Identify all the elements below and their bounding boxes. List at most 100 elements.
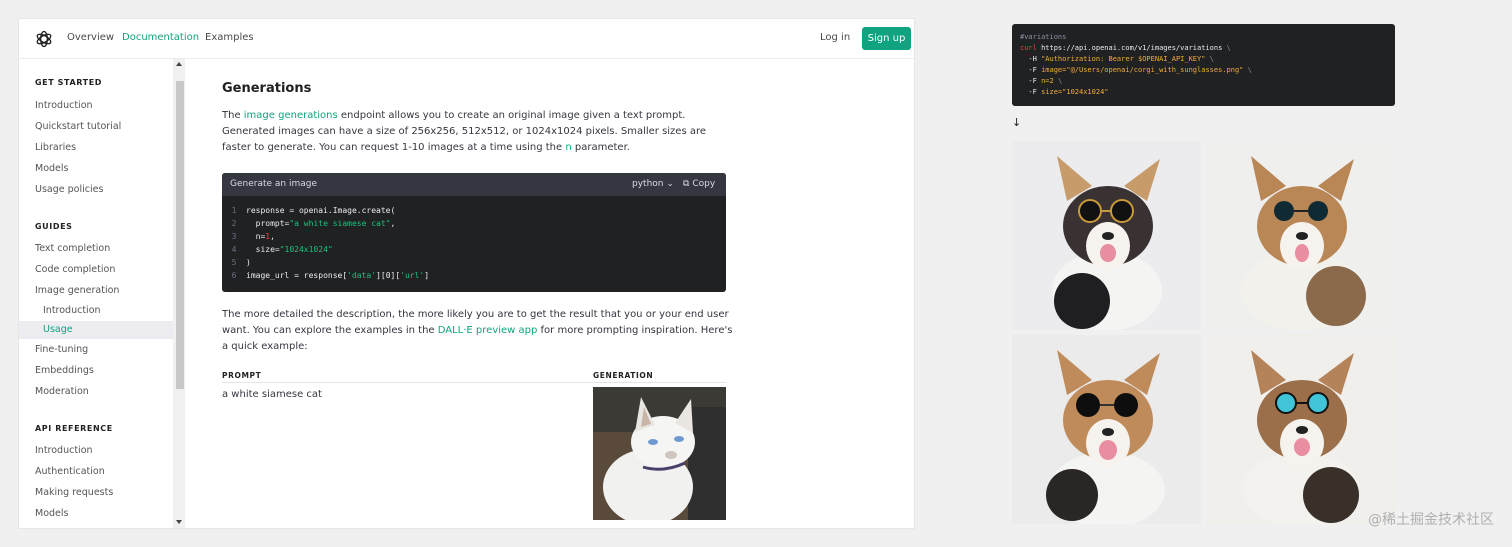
- curl-url: https://api.openai.com/v1/images/variati…: [1036, 44, 1227, 52]
- line-number: 5: [231, 258, 237, 267]
- sidebar-item-authentication[interactable]: Authentication: [35, 466, 105, 477]
- code-text: n=: [246, 232, 266, 241]
- section-heading-api-reference: API REFERENCE: [35, 424, 113, 433]
- corgi-variation-image-4: [1206, 335, 1395, 524]
- detail-paragraph: The more detailed the description, the m…: [222, 307, 734, 355]
- code-line-5: 5): [222, 258, 251, 267]
- code-line-6: 6 image_url = response['data'][0]['url']: [222, 271, 430, 280]
- curl-command: curl: [1020, 44, 1037, 52]
- sidebar-subitem-introduction[interactable]: Introduction: [43, 305, 101, 316]
- corgi-variation-image-3: [1012, 335, 1201, 524]
- login-link[interactable]: Log in: [820, 32, 850, 43]
- sidebar-scrollbar[interactable]: [173, 59, 185, 528]
- dalle-preview-link[interactable]: DALL·E preview app: [438, 325, 538, 336]
- main-content: Generations The image generations endpoi…: [185, 59, 914, 528]
- generated-cat-image: [593, 387, 726, 520]
- code-string: 'data': [347, 271, 377, 280]
- sidebar-item-fine-tuning[interactable]: Fine-tuning: [35, 344, 88, 355]
- sidebar-item-introduction[interactable]: Introduction: [35, 100, 93, 111]
- curl-line-3: -H "Authorization: Bearer $OPENAI_API_KE…: [1020, 54, 1387, 65]
- copy-icon: ⧉: [683, 179, 690, 189]
- language-dropdown[interactable]: python ⌄: [632, 179, 674, 189]
- sidebar-item-embeddings[interactable]: Embeddings: [35, 365, 94, 376]
- code-text: ]: [424, 271, 430, 280]
- sidebar-item-models[interactable]: Models: [35, 163, 68, 174]
- section-heading-guides: GUIDES: [35, 222, 73, 231]
- nav-documentation[interactable]: Documentation: [122, 32, 199, 43]
- curl-line-4: -F image="@/Users/openai/corgi_with_sung…: [1020, 65, 1387, 76]
- signup-button[interactable]: Sign up: [862, 27, 911, 50]
- sidebar-item-image-generation[interactable]: Image generation: [35, 285, 119, 296]
- sidebar-item-text-completion[interactable]: Text completion: [35, 243, 110, 254]
- code-text: prompt=: [246, 219, 290, 228]
- table-cell-prompt: a white siamese cat: [222, 389, 322, 400]
- sidebar-item-code-completion[interactable]: Code completion: [35, 264, 115, 275]
- code-line-4: 4 size="1024x1024": [222, 245, 333, 254]
- code-block-header: Generate an image python ⌄ ⧉ Copy: [222, 173, 726, 196]
- line-number: 6: [231, 271, 237, 280]
- corgi-variation-image-1: [1012, 141, 1201, 330]
- line-number: 2: [231, 219, 237, 228]
- sidebar-item-api-models[interactable]: Models: [35, 508, 68, 519]
- code-text: ,: [270, 232, 275, 241]
- page-title: Generations: [222, 81, 312, 96]
- table-divider: [222, 382, 726, 383]
- sidebar-item-libraries[interactable]: Libraries: [35, 142, 76, 153]
- nav-examples[interactable]: Examples: [205, 32, 254, 43]
- corgi-variation-image-2: [1206, 141, 1395, 330]
- curl-continuation: \: [1205, 55, 1214, 63]
- arrow-down-icon: ↓: [1012, 116, 1022, 129]
- curl-continuation: \: [1243, 66, 1252, 74]
- curl-code-block: #variations curl https://api.openai.com/…: [1012, 24, 1395, 106]
- sidebar-item-api-introduction[interactable]: Introduction: [35, 445, 93, 456]
- curl-line-6: -F size="1024x1024": [1020, 87, 1387, 98]
- cat-illustration-icon: [593, 387, 726, 520]
- curl-line-2: curl https://api.openai.com/v1/images/va…: [1020, 43, 1387, 54]
- code-string: "a white siamese cat": [289, 219, 391, 228]
- curl-continuation: \: [1226, 44, 1231, 52]
- code-text: ,: [390, 219, 396, 228]
- code-line-3: 3 n=1,: [222, 232, 275, 241]
- code-string: "1024x1024": [279, 245, 333, 254]
- intro-text-post: parameter.: [571, 142, 630, 153]
- language-label: python: [632, 179, 664, 189]
- code-text: image_url = response[: [246, 271, 348, 280]
- line-number: 4: [231, 245, 237, 254]
- curl-string: size="1024x1024": [1041, 88, 1109, 96]
- code-string: 'url': [400, 271, 425, 280]
- scroll-up-arrow-icon[interactable]: [176, 62, 182, 66]
- curl-line-5: -F n=2 \: [1020, 76, 1387, 87]
- nav-overview[interactable]: Overview: [67, 32, 114, 43]
- scroll-down-arrow-icon[interactable]: [176, 520, 182, 524]
- curl-flag: -F: [1020, 88, 1042, 96]
- corgi-illustration-icon: [1206, 141, 1395, 330]
- curl-flag: -F: [1020, 66, 1042, 74]
- sidebar-subitem-usage[interactable]: Usage: [43, 324, 73, 335]
- curl-continuation: \: [1053, 77, 1063, 85]
- sidebar: GET STARTED Introduction Quickstart tuto…: [19, 59, 185, 528]
- sidebar-item-making-requests[interactable]: Making requests: [35, 487, 113, 498]
- top-navbar: Overview Documentation Examples Log in S…: [19, 19, 914, 59]
- curl-string: n=2: [1041, 77, 1054, 85]
- table-header-generation: GENERATION: [593, 371, 654, 380]
- curl-flag: -H: [1020, 55, 1042, 63]
- openai-logo-icon[interactable]: [34, 29, 54, 49]
- code-block: Generate an image python ⌄ ⧉ Copy 1 respo…: [222, 173, 726, 292]
- code-text: ][0][: [376, 271, 401, 280]
- curl-comment: #variations: [1020, 33, 1067, 41]
- chevron-down-icon: ⌄: [666, 179, 674, 189]
- sidebar-item-usage-policies[interactable]: Usage policies: [35, 184, 103, 195]
- code-line-1: 1 response = openai.Image.create(: [222, 206, 396, 215]
- sidebar-item-quickstart[interactable]: Quickstart tutorial: [35, 121, 121, 132]
- scroll-thumb[interactable]: [176, 81, 184, 389]
- line-number: 3: [231, 232, 237, 241]
- section-heading-get-started: GET STARTED: [35, 78, 103, 87]
- corgi-illustration-icon: [1012, 141, 1201, 330]
- sidebar-item-moderation[interactable]: Moderation: [35, 386, 89, 397]
- corgi-illustration-icon: [1012, 335, 1201, 524]
- docs-window: Overview Documentation Examples Log in S…: [18, 18, 915, 529]
- copy-button[interactable]: ⧉ Copy: [683, 179, 715, 189]
- code-line-2: 2 prompt="a white siamese cat",: [222, 219, 396, 228]
- image-generations-link[interactable]: image generations: [244, 110, 338, 121]
- table-header-prompt: PROMPT: [222, 371, 262, 380]
